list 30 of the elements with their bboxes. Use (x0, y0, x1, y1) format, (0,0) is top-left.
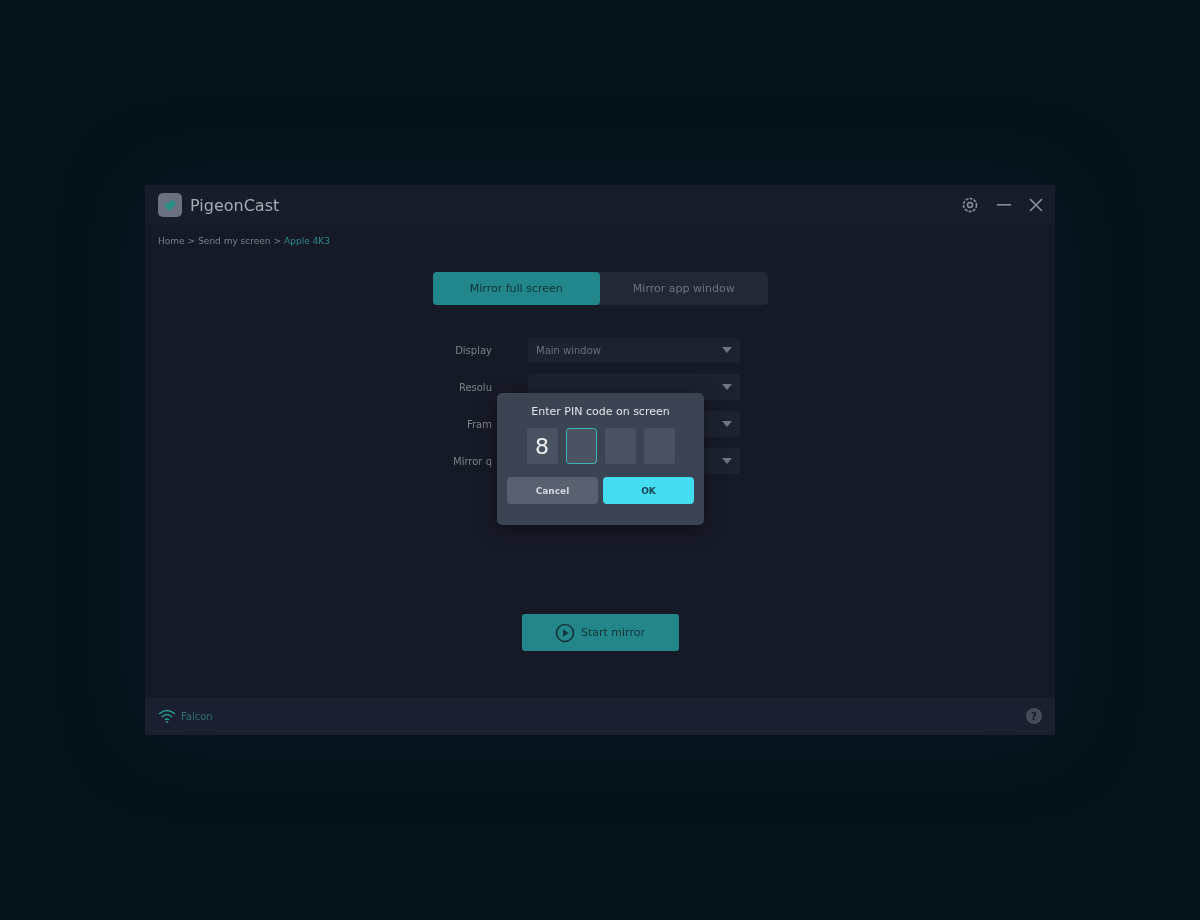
breadcrumb-link[interactable]: Home (158, 236, 185, 246)
breadcrumb-link[interactable]: Send my screen (198, 236, 271, 246)
setting-label: Display (454, 344, 492, 356)
breadcrumb-separator: > (187, 236, 196, 246)
ok-button[interactable]: OK (603, 477, 694, 504)
setting-label: Mirror q (452, 455, 492, 467)
settings-icon[interactable] (961, 196, 979, 214)
caret-icon (722, 384, 732, 390)
start-mirror-button[interactable]: Start mirror (521, 614, 679, 651)
mode-tab[interactable]: Mirror app window (600, 272, 768, 305)
pin-digit-field[interactable] (565, 428, 597, 464)
mode-tab[interactable]: Mirror full screen (432, 272, 600, 305)
bird-logo-icon (158, 193, 182, 217)
setting-label: Resolu (457, 381, 492, 393)
minimize-icon[interactable] (997, 203, 1011, 207)
pin-digit-field[interactable]: 8 (526, 428, 558, 464)
breadcrumb-separator: > (273, 236, 282, 246)
play-icon (555, 622, 575, 643)
caret-icon (722, 347, 732, 353)
network-name: Falcon (181, 710, 213, 722)
close-icon[interactable] (1029, 198, 1043, 212)
caret-icon (722, 458, 732, 464)
wifi-icon (158, 709, 176, 723)
dropdown[interactable]: Main window (528, 337, 740, 363)
breadcrumb-link[interactable]: Apple 4K3 (284, 236, 330, 246)
caret-icon (722, 421, 732, 427)
cancel-button[interactable]: Cancel (507, 477, 598, 504)
setting-label: Fram (466, 418, 492, 430)
app-title: PigeonCast (190, 195, 280, 215)
dialog-title: Enter PIN code on screen (531, 405, 670, 418)
